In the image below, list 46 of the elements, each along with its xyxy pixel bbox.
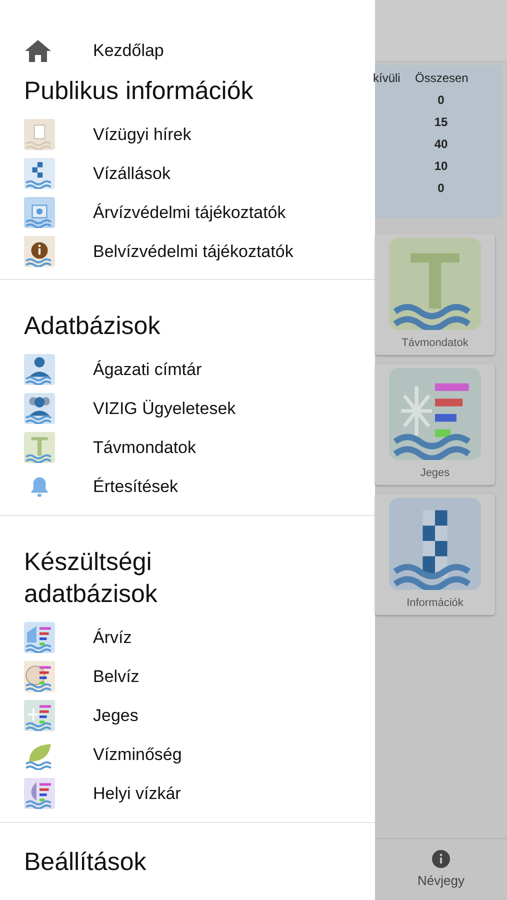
- menu-item[interactable]: Árvíz: [93, 624, 132, 650]
- people-icon: [24, 393, 55, 424]
- water-gauge-icon: [389, 498, 481, 590]
- section-heading: Beállítások: [23, 847, 148, 878]
- menu-item[interactable]: Távmondatok: [93, 434, 196, 460]
- flood-list-icon: [24, 622, 55, 653]
- table-cell-text: 10: [433, 158, 449, 175]
- home-icon: [24, 38, 52, 62]
- section-heading: Adatbázisok: [23, 311, 162, 342]
- pillar-icon: [24, 432, 55, 463]
- person-icon: [24, 354, 55, 385]
- tile-card[interactable]: Távmondatok: [375, 234, 495, 355]
- menu-item[interactable]: Belvíz: [93, 664, 140, 690]
- menu-item[interactable]: Jeges: [93, 702, 138, 728]
- table-cell-text: 0: [436, 92, 446, 109]
- menu-item[interactable]: Vízügyi hírek: [93, 122, 192, 148]
- tile-card[interactable]: Információk: [375, 494, 495, 615]
- menu-item[interactable]: Vízállások: [93, 160, 170, 186]
- menu-item[interactable]: VIZIG Ügyeletesek: [93, 396, 236, 422]
- tab-label[interactable]: Névjegy: [418, 871, 464, 890]
- table-header: Összesen: [415, 70, 468, 87]
- section-heading: Publikus információk: [23, 76, 254, 107]
- section-heading: Készültségi adatbázisok: [23, 547, 158, 610]
- menu-item[interactable]: Vízminőség: [93, 742, 182, 768]
- table-cell-text: 15: [433, 114, 449, 131]
- info-icon: [24, 236, 55, 267]
- tile-label: Jeges: [420, 466, 450, 481]
- tile-card[interactable]: Jeges: [375, 364, 495, 485]
- pillar-icon: [389, 238, 481, 330]
- table-header: kívüli: [373, 70, 402, 87]
- menu-item[interactable]: Ágazati címtár: [93, 356, 202, 382]
- water-gauge-icon: [24, 158, 55, 189]
- table-cell-text: 0: [436, 180, 446, 197]
- document-icon: [24, 119, 55, 150]
- house-water-icon: [24, 197, 55, 228]
- ice-list-icon: [24, 700, 55, 731]
- menu-item[interactable]: Kezdőlap: [93, 38, 164, 64]
- menu-item[interactable]: Értesítések: [93, 474, 178, 500]
- menu-item[interactable]: Belvízvédelmi tájékoztatók: [93, 238, 294, 264]
- table-cell-text: 40: [433, 136, 449, 153]
- info-icon: [432, 850, 450, 868]
- menu-item[interactable]: Helyi vízkár: [93, 780, 181, 806]
- menu-item[interactable]: Árvízvédelmi tájékoztatók: [93, 200, 286, 226]
- tile-label: Távmondatok: [402, 336, 468, 351]
- tile-label: Információk: [406, 596, 464, 611]
- snowflake-list-icon: [389, 368, 481, 460]
